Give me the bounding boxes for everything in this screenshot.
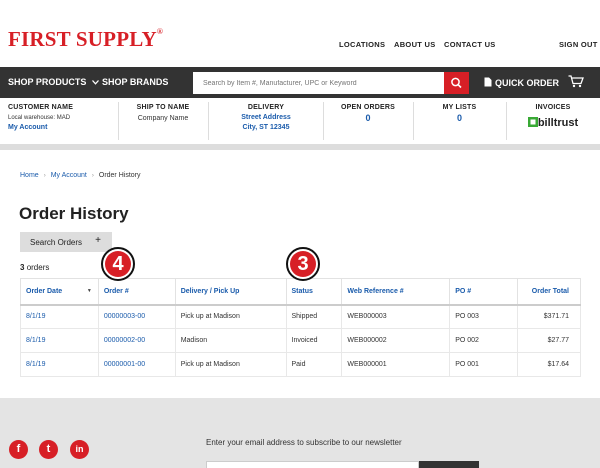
- search-icon: [451, 77, 462, 89]
- open-orders-label: OPEN ORDERS: [341, 104, 395, 111]
- table-row: 8/1/19 00000001-00 Pick up at Madison Pa…: [20, 352, 581, 377]
- twitter-icon[interactable]: t: [39, 440, 58, 459]
- local-warehouse: Local warehouse: MAD: [8, 115, 71, 121]
- order-total-cell: $17.64: [517, 352, 581, 377]
- open-orders-block[interactable]: OPEN ORDERS 0: [323, 104, 413, 150]
- web-reference-cell: WEB000003: [341, 304, 451, 329]
- col-order-date[interactable]: Order Date ▼: [20, 278, 99, 306]
- breadcrumb-separator-icon: ›: [43, 173, 46, 179]
- my-lists-count[interactable]: 0: [413, 113, 506, 123]
- web-reference-cell: WEB000001: [341, 352, 451, 377]
- top-header: FIRST SUPPLY® LOCATIONS ABOUT US CONTACT…: [0, 0, 600, 67]
- search-orders-button[interactable]: Search Orders +: [20, 232, 112, 252]
- chevron-down-icon: [91, 80, 99, 85]
- order-date[interactable]: 8/1/19: [20, 304, 99, 329]
- col-order-number[interactable]: Order #: [97, 278, 176, 306]
- delivery-block[interactable]: DELIVERY Street Address City, ST 12345: [208, 104, 324, 150]
- quick-order-button[interactable]: QUICK ORDER: [484, 77, 559, 88]
- status-cell: Shipped: [285, 304, 343, 329]
- search-bar: [193, 72, 469, 94]
- city-state-zip[interactable]: City, ST 12345: [208, 124, 324, 131]
- billtrust-logo[interactable]: billtrust: [506, 117, 600, 129]
- order-total-cell: $371.71: [517, 304, 581, 329]
- my-lists-label: MY LISTS: [442, 104, 477, 111]
- customer-name-label: CUSTOMER NAME: [8, 104, 74, 111]
- col-order-total[interactable]: Order Total: [517, 278, 581, 306]
- delivery-cell: Pick up at Madison: [174, 304, 287, 329]
- sort-down-icon[interactable]: ▼: [87, 288, 92, 294]
- orders-table: Order Date ▼ Order # Delivery / Pick Up S…: [20, 278, 581, 377]
- order-number-link[interactable]: 00000002-00: [97, 328, 176, 353]
- search-input[interactable]: [193, 72, 444, 94]
- order-number-link[interactable]: 00000003-00: [97, 304, 176, 329]
- footer: [0, 398, 600, 468]
- invoices-block[interactable]: INVOICES billtrust: [506, 104, 600, 150]
- contact-us-link[interactable]: CONTACT US: [444, 40, 496, 49]
- first-supply-logo[interactable]: FIRST SUPPLY®: [8, 27, 163, 52]
- order-number-link[interactable]: 00000001-00: [97, 352, 176, 377]
- status-cell: Invoiced: [285, 328, 343, 353]
- invoices-label: INVOICES: [535, 104, 571, 111]
- order-date[interactable]: 8/1/19: [20, 352, 99, 377]
- col-po[interactable]: PO #: [449, 278, 519, 306]
- billtrust-mark-icon: [527, 117, 538, 127]
- order-count: 3 orders: [20, 263, 50, 272]
- order-date[interactable]: 8/1/19: [20, 328, 99, 353]
- sign-out-link[interactable]: SIGN OUT: [559, 40, 598, 49]
- po-cell: PO 001: [449, 352, 519, 377]
- callout-marker-3: 3: [286, 247, 320, 281]
- table-row: 8/1/19 00000003-00 Pick up at Madison Sh…: [20, 304, 581, 329]
- main-nav: SHOP PRODUCTS SHOP BRANDS QUICK ORDER: [0, 67, 600, 98]
- shop-products-menu[interactable]: SHOP PRODUCTS: [8, 77, 99, 87]
- plus-icon: +: [95, 235, 101, 246]
- cart-button[interactable]: [568, 75, 584, 93]
- callout-marker-4: 4: [101, 247, 135, 281]
- delivery-cell: Madison: [174, 328, 287, 353]
- ship-to-block: SHIP TO NAME Company Name: [118, 104, 208, 150]
- ship-to-label: SHIP TO NAME: [136, 104, 190, 111]
- breadcrumb: Home › My Account › Order History: [20, 172, 141, 179]
- my-lists-block[interactable]: MY LISTS 0: [413, 104, 506, 150]
- customer-name-block: CUSTOMER NAME Local warehouse: MAD My Ac…: [8, 104, 73, 150]
- breadcrumb-home[interactable]: Home: [20, 172, 39, 179]
- cart-icon: [568, 75, 584, 88]
- shop-brands-menu[interactable]: SHOP BRANDS: [102, 77, 168, 87]
- search-button[interactable]: [444, 72, 469, 94]
- col-status[interactable]: Status: [285, 278, 343, 306]
- open-orders-count[interactable]: 0: [323, 113, 413, 123]
- po-cell: PO 002: [449, 328, 519, 353]
- newsletter-email-input[interactable]: [206, 461, 419, 468]
- page-title: Order History: [19, 204, 129, 223]
- linkedin-icon[interactable]: in: [70, 440, 89, 459]
- delivery-label: DELIVERY: [247, 104, 285, 111]
- account-summary: CUSTOMER NAME Local warehouse: MAD My Ac…: [0, 98, 600, 150]
- col-web-reference[interactable]: Web Reference #: [341, 278, 451, 306]
- web-reference-cell: WEB000002: [341, 328, 451, 353]
- po-cell: PO 003: [449, 304, 519, 329]
- newsletter-subscribe-button[interactable]: [419, 461, 479, 468]
- newsletter-text: Enter your email address to subscribe to…: [206, 438, 402, 447]
- breadcrumb-separator-icon: ›: [91, 173, 94, 179]
- document-icon: [484, 77, 492, 87]
- col-delivery[interactable]: Delivery / Pick Up: [174, 278, 287, 306]
- table-header-row: Order Date ▼ Order # Delivery / Pick Up S…: [20, 278, 581, 306]
- about-us-link[interactable]: ABOUT US: [394, 40, 436, 49]
- my-account-link[interactable]: My Account: [8, 124, 73, 131]
- table-row: 8/1/19 00000002-00 Madison Invoiced WEB0…: [20, 328, 581, 353]
- facebook-icon[interactable]: f: [9, 440, 28, 459]
- company-name: Company Name: [137, 115, 189, 122]
- locations-link[interactable]: LOCATIONS: [339, 40, 385, 49]
- breadcrumb-my-account[interactable]: My Account: [51, 172, 87, 179]
- breadcrumb-current: Order History: [98, 172, 141, 179]
- order-total-cell: $27.77: [517, 328, 581, 353]
- street-address[interactable]: Street Address: [208, 114, 324, 121]
- delivery-cell: Pick up at Madison: [174, 352, 287, 377]
- status-cell: Paid: [285, 352, 343, 377]
